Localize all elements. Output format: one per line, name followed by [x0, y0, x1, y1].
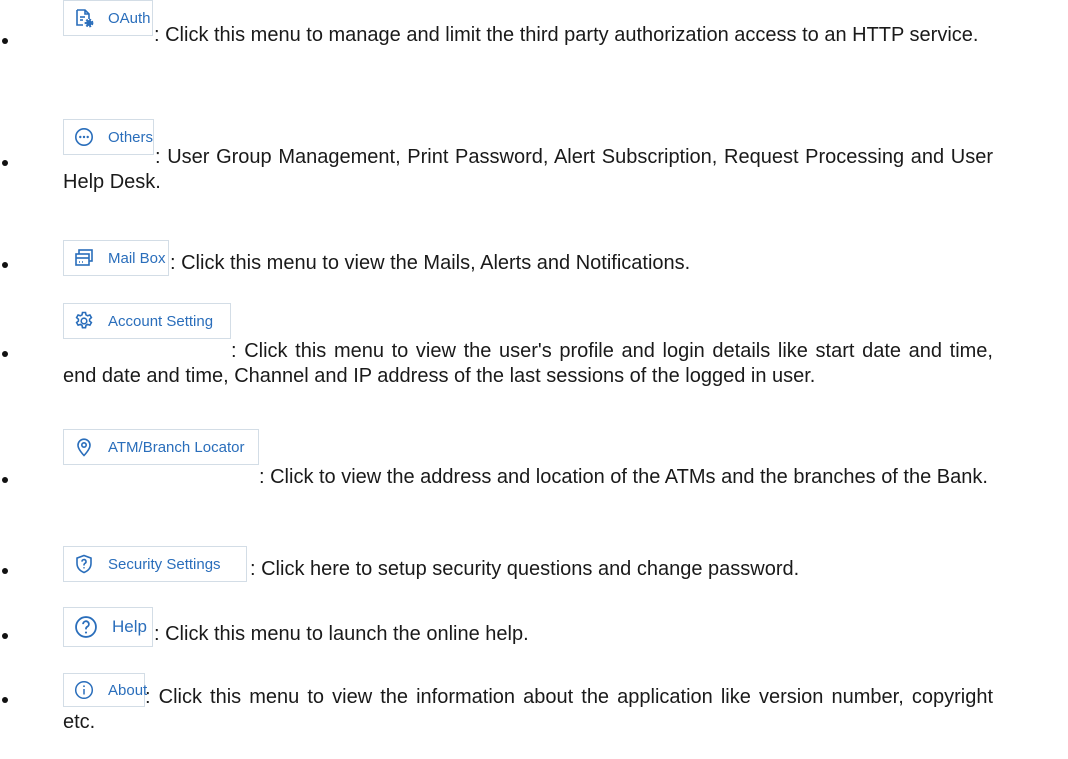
mailbox-icon: [74, 248, 94, 268]
help-label: Help: [112, 617, 147, 636]
bullet: [2, 633, 8, 639]
bullet: [2, 351, 8, 357]
security-settings-label: Security Settings: [108, 555, 221, 573]
bullet: [2, 697, 8, 703]
bullet: [2, 38, 8, 44]
help-description: : Click this menu to launch the online h…: [154, 623, 529, 645]
help-circle-icon: [74, 615, 98, 639]
mail-box-menu-chip[interactable]: Mail Box: [63, 240, 169, 276]
account-setting-description: : Click this menu to view the user's pro…: [63, 340, 993, 387]
security-settings-description: : Click here to setup security questions…: [250, 558, 800, 580]
atm-branch-locator-menu-chip[interactable]: ATM/Branch Locator: [63, 429, 259, 465]
others-label: Others: [108, 128, 154, 146]
atm-branch-locator-description: : Click to view the address and location…: [259, 466, 988, 488]
others-description: : User Group Management, Print Password,…: [63, 146, 993, 193]
help-menu-chip[interactable]: Help: [63, 607, 153, 647]
account-setting-menu-chip[interactable]: Account Setting: [63, 303, 231, 339]
mail-box-label: Mail Box: [108, 249, 166, 267]
shield-question-icon: [74, 554, 94, 574]
bullet: [2, 477, 8, 483]
oauth-description: : Click this menu to manage and limit th…: [154, 24, 979, 46]
bullet: [2, 262, 8, 268]
bullet: [2, 568, 8, 574]
bullet: [2, 160, 8, 166]
atm-branch-locator-label: ATM/Branch Locator: [108, 438, 245, 456]
location-pin-icon: [74, 437, 94, 457]
ellipsis-circle-icon: [74, 127, 94, 147]
security-settings-menu-chip[interactable]: Security Settings: [63, 546, 247, 582]
account-setting-label: Account Setting: [108, 312, 214, 330]
about-description: : Click this menu to view the informatio…: [63, 686, 993, 733]
mail-box-description: : Click this menu to view the Mails, Ale…: [170, 252, 691, 274]
gear-icon: [74, 311, 94, 331]
